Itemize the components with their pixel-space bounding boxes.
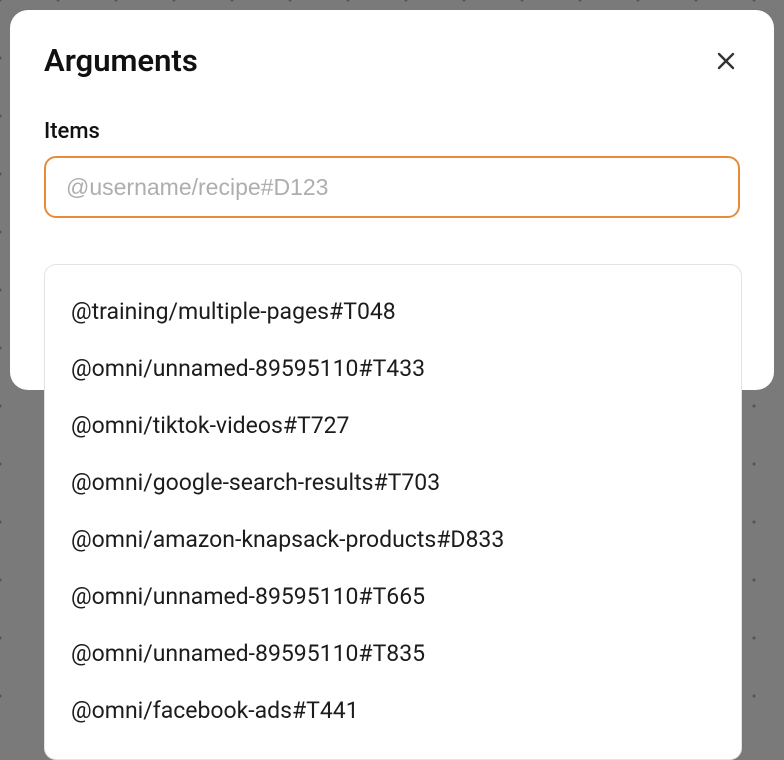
close-icon xyxy=(714,49,738,73)
items-label: Items xyxy=(44,119,740,144)
suggestion-item[interactable]: @omni/google-search-results#T703 xyxy=(45,454,741,511)
modal-title: Arguments xyxy=(44,42,198,79)
modal-header: Arguments xyxy=(44,42,740,79)
suggestions-dropdown: @training/multiple-pages#T048 @omni/unna… xyxy=(44,264,742,760)
suggestion-item[interactable]: @omni/unnamed-89595110#T665 xyxy=(45,568,741,625)
suggestion-item[interactable]: @training/multiple-pages#T048 xyxy=(45,283,741,340)
suggestion-item[interactable]: @omni/amazon-knapsack-products#D833 xyxy=(45,511,741,568)
items-input-wrap xyxy=(44,156,740,218)
suggestion-item[interactable]: @omni/unnamed-89595110#T433 xyxy=(45,340,741,397)
close-button[interactable] xyxy=(712,47,740,75)
suggestion-item[interactable]: @omni/facebook-ads#T441 xyxy=(45,682,741,739)
suggestion-item[interactable]: @omni/tiktok-videos#T727 xyxy=(45,397,741,454)
suggestion-item[interactable]: @omni/unnamed-89595110#T835 xyxy=(45,625,741,682)
items-input[interactable] xyxy=(44,156,740,218)
